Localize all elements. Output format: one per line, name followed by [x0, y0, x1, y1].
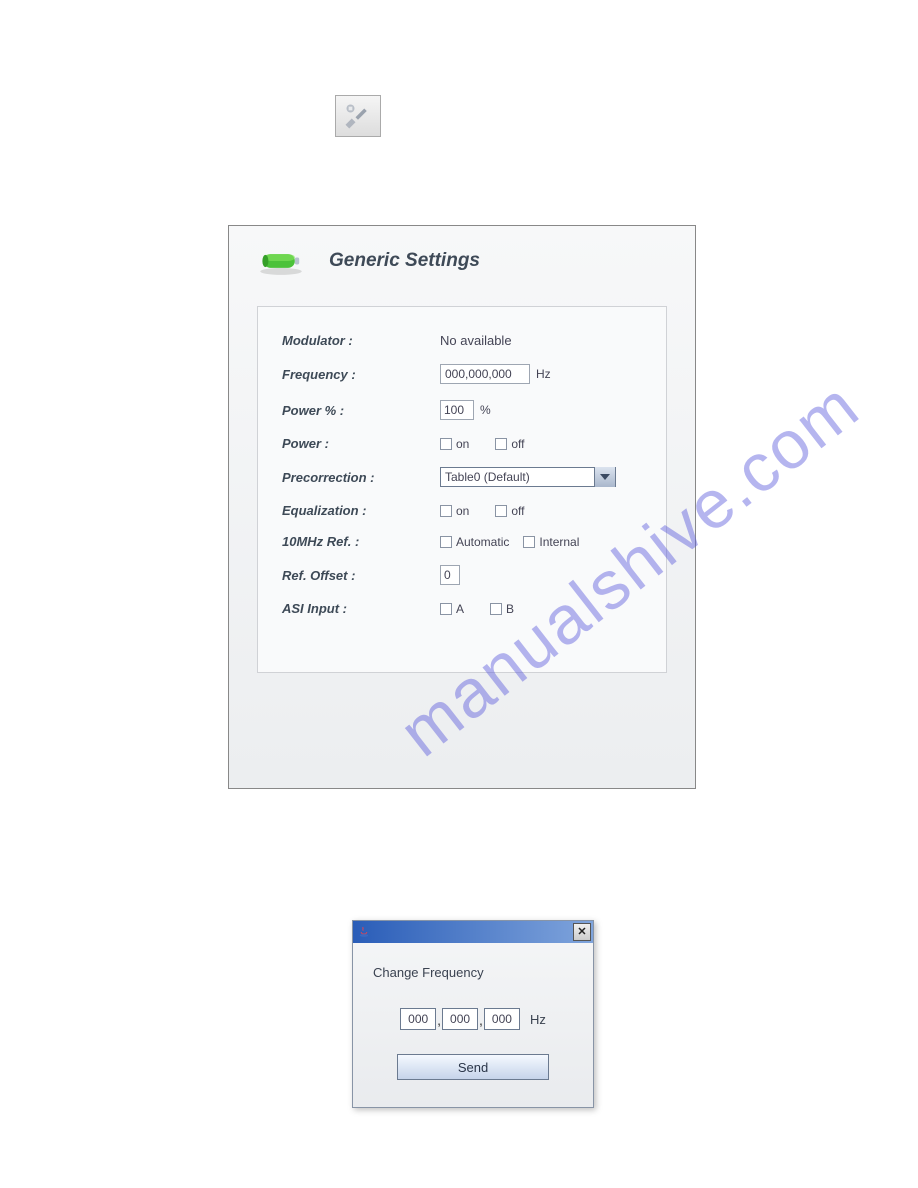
label-eq-off: off	[511, 504, 524, 518]
label-power: Power :	[282, 436, 440, 451]
checkbox-power-on[interactable]	[440, 438, 452, 450]
freq-part-2[interactable]	[442, 1008, 478, 1030]
dialog-titlebar: ✕	[353, 921, 593, 943]
settings-inner-box: Modulator : No available Frequency : Hz …	[257, 306, 667, 673]
precorrection-select[interactable]: Table0 (Default)	[440, 467, 616, 487]
label-asi-input: ASI Input :	[282, 601, 440, 616]
row-equalization: Equalization : on off	[282, 503, 642, 518]
wrench-screwdriver-icon	[343, 101, 373, 131]
checkbox-power-off[interactable]	[495, 438, 507, 450]
checkbox-automatic[interactable]	[440, 536, 452, 548]
change-frequency-dialog: ✕ Change Frequency , , Hz Send	[352, 920, 594, 1108]
label-power-off: off	[511, 437, 524, 451]
freq-part-1[interactable]	[400, 1008, 436, 1030]
ref-offset-input[interactable]	[440, 565, 460, 585]
checkbox-asi-a[interactable]	[440, 603, 452, 615]
send-button-label: Send	[458, 1060, 488, 1075]
label-power-pct: Power % :	[282, 403, 440, 418]
chevron-down-icon	[600, 474, 610, 480]
label-asi-a: A	[456, 602, 464, 616]
java-icon	[357, 925, 371, 939]
label-power-on: on	[456, 437, 469, 451]
frequency-input-group: , , Hz	[373, 1008, 573, 1030]
label-internal: Internal	[539, 535, 579, 549]
row-precorrection: Precorrection : Table0 (Default)	[282, 467, 642, 487]
precorrection-selected: Table0 (Default)	[441, 470, 530, 484]
label-frequency: Frequency :	[282, 367, 440, 382]
close-button[interactable]: ✕	[573, 923, 591, 941]
dialog-body: Change Frequency , , Hz Send	[353, 943, 593, 1092]
label-precorrection: Precorrection :	[282, 470, 440, 485]
row-ref-offset: Ref. Offset :	[282, 565, 642, 585]
freq-part-3[interactable]	[484, 1008, 520, 1030]
label-ref-offset: Ref. Offset :	[282, 568, 440, 583]
label-eq-on: on	[456, 504, 469, 518]
generic-settings-panel: Generic Settings Modulator : No availabl…	[228, 225, 696, 789]
dropdown-button[interactable]	[594, 467, 615, 487]
checkbox-eq-on[interactable]	[440, 505, 452, 517]
checkbox-asi-b[interactable]	[490, 603, 502, 615]
power-pct-unit: %	[480, 403, 491, 417]
checkbox-eq-off[interactable]	[495, 505, 507, 517]
hz-unit: Hz	[530, 1012, 546, 1027]
frequency-input[interactable]	[440, 364, 530, 384]
label-automatic: Automatic	[456, 535, 509, 549]
checkbox-internal[interactable]	[523, 536, 535, 548]
label-10mhz: 10MHz Ref. :	[282, 534, 440, 549]
row-modulator: Modulator : No available	[282, 333, 642, 348]
label-modulator: Modulator :	[282, 333, 440, 348]
row-frequency: Frequency : Hz	[282, 364, 642, 384]
dialog-title: Change Frequency	[373, 965, 573, 980]
label-asi-b: B	[506, 602, 514, 616]
row-10mhz: 10MHz Ref. : Automatic Internal	[282, 534, 642, 549]
value-modulator: No available	[440, 333, 512, 348]
panel-header: Generic Settings	[229, 226, 695, 288]
row-asi-input: ASI Input : A B	[282, 601, 642, 616]
power-pct-input[interactable]	[440, 400, 474, 420]
panel-title: Generic Settings	[329, 250, 480, 272]
close-icon: ✕	[577, 927, 586, 938]
row-power: Power : on off	[282, 436, 642, 451]
row-power-pct: Power % : %	[282, 400, 642, 420]
send-button[interactable]: Send	[397, 1054, 549, 1080]
frequency-unit: Hz	[536, 367, 551, 381]
tools-icon[interactable]	[335, 95, 381, 137]
label-equalization: Equalization :	[282, 503, 440, 518]
battery-icon	[255, 244, 307, 278]
